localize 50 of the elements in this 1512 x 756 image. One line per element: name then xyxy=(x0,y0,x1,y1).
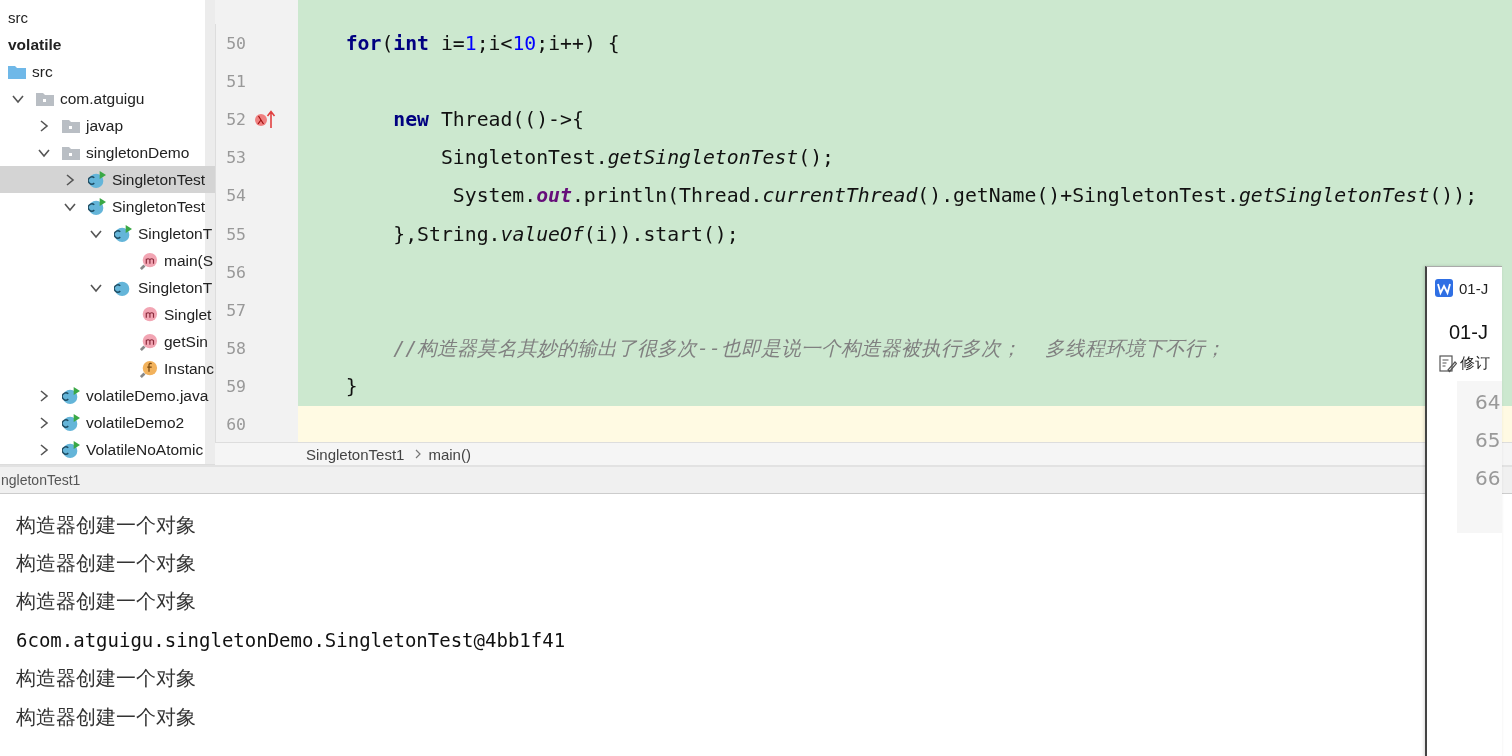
tree-item[interactable]: src xyxy=(0,58,215,85)
run-tab[interactable]: ngletonTest1 xyxy=(0,472,81,488)
document-title: 01-J xyxy=(1448,320,1489,344)
line-number: 53 xyxy=(225,148,246,168)
tree-item[interactable]: volatile xyxy=(0,31,215,58)
tree-item[interactable]: javap xyxy=(0,112,215,139)
line-number: 59 xyxy=(225,377,246,397)
line-number: 50 xyxy=(225,33,246,53)
chevron-icon xyxy=(414,449,423,459)
revise-button[interactable]: 修订 xyxy=(1427,344,1502,373)
console-line: 构造器创建一个对象 xyxy=(16,665,197,693)
breadcrumb[interactable]: SingletonTest1 xyxy=(306,445,405,463)
line-number: 58 xyxy=(225,339,246,359)
tree-item[interactable]: main(S xyxy=(0,247,215,274)
line-number: 51 xyxy=(225,71,246,91)
tree-item[interactable]: src xyxy=(0,4,215,31)
line-number: 64 xyxy=(1474,389,1502,416)
console-line: 6com.atguigu.singletonDemo.SingletonTest@4bb1f41 xyxy=(16,628,567,654)
line-number: 54 xyxy=(225,186,246,206)
console-line: 构造器创建一个对象 xyxy=(16,550,197,578)
tree-item[interactable]: com.atguigu xyxy=(0,85,215,112)
line-number: 52 xyxy=(225,109,246,129)
line-number: 55 xyxy=(225,224,246,244)
breadcrumb[interactable]: main() xyxy=(428,445,471,463)
package-icon xyxy=(36,90,54,107)
word-app-icon xyxy=(1435,279,1453,297)
tree-item[interactable]: SingletonTest xyxy=(0,166,215,193)
console-line: 构造器创建一个对象 xyxy=(16,703,197,731)
tree-item[interactable]: Instanc xyxy=(0,355,215,382)
line-number: 60 xyxy=(225,415,246,435)
tree-item[interactable]: Singlet xyxy=(0,301,215,328)
console-line: 构造器创建一个对象 xyxy=(16,588,197,616)
line-number: 65 xyxy=(1474,427,1502,454)
edit-icon xyxy=(1439,354,1457,373)
tree-item[interactable]: getSin xyxy=(0,328,215,355)
tree-item[interactable]: singletonDemo xyxy=(0,139,215,166)
line-number: 57 xyxy=(225,300,246,320)
tree-item[interactable]: SingletonT xyxy=(0,274,215,301)
line-number: 56 xyxy=(225,262,246,282)
tree-item[interactable]: VolatileNoAtomic xyxy=(0,436,215,463)
folder-icon xyxy=(8,63,26,80)
window-title: 01-J xyxy=(1459,279,1489,297)
console-line: 构造器创建一个对象 xyxy=(16,511,197,539)
package-icon xyxy=(62,144,80,161)
tree-item[interactable]: SingletonT xyxy=(0,220,215,247)
tree-item[interactable]: volatileDemo2 xyxy=(0,409,215,436)
package-icon xyxy=(62,117,80,134)
line-number: 66 xyxy=(1474,465,1502,492)
tree-item[interactable]: volatileDemo.java xyxy=(0,382,215,409)
tree-item[interactable]: SingletonTest xyxy=(0,193,215,220)
